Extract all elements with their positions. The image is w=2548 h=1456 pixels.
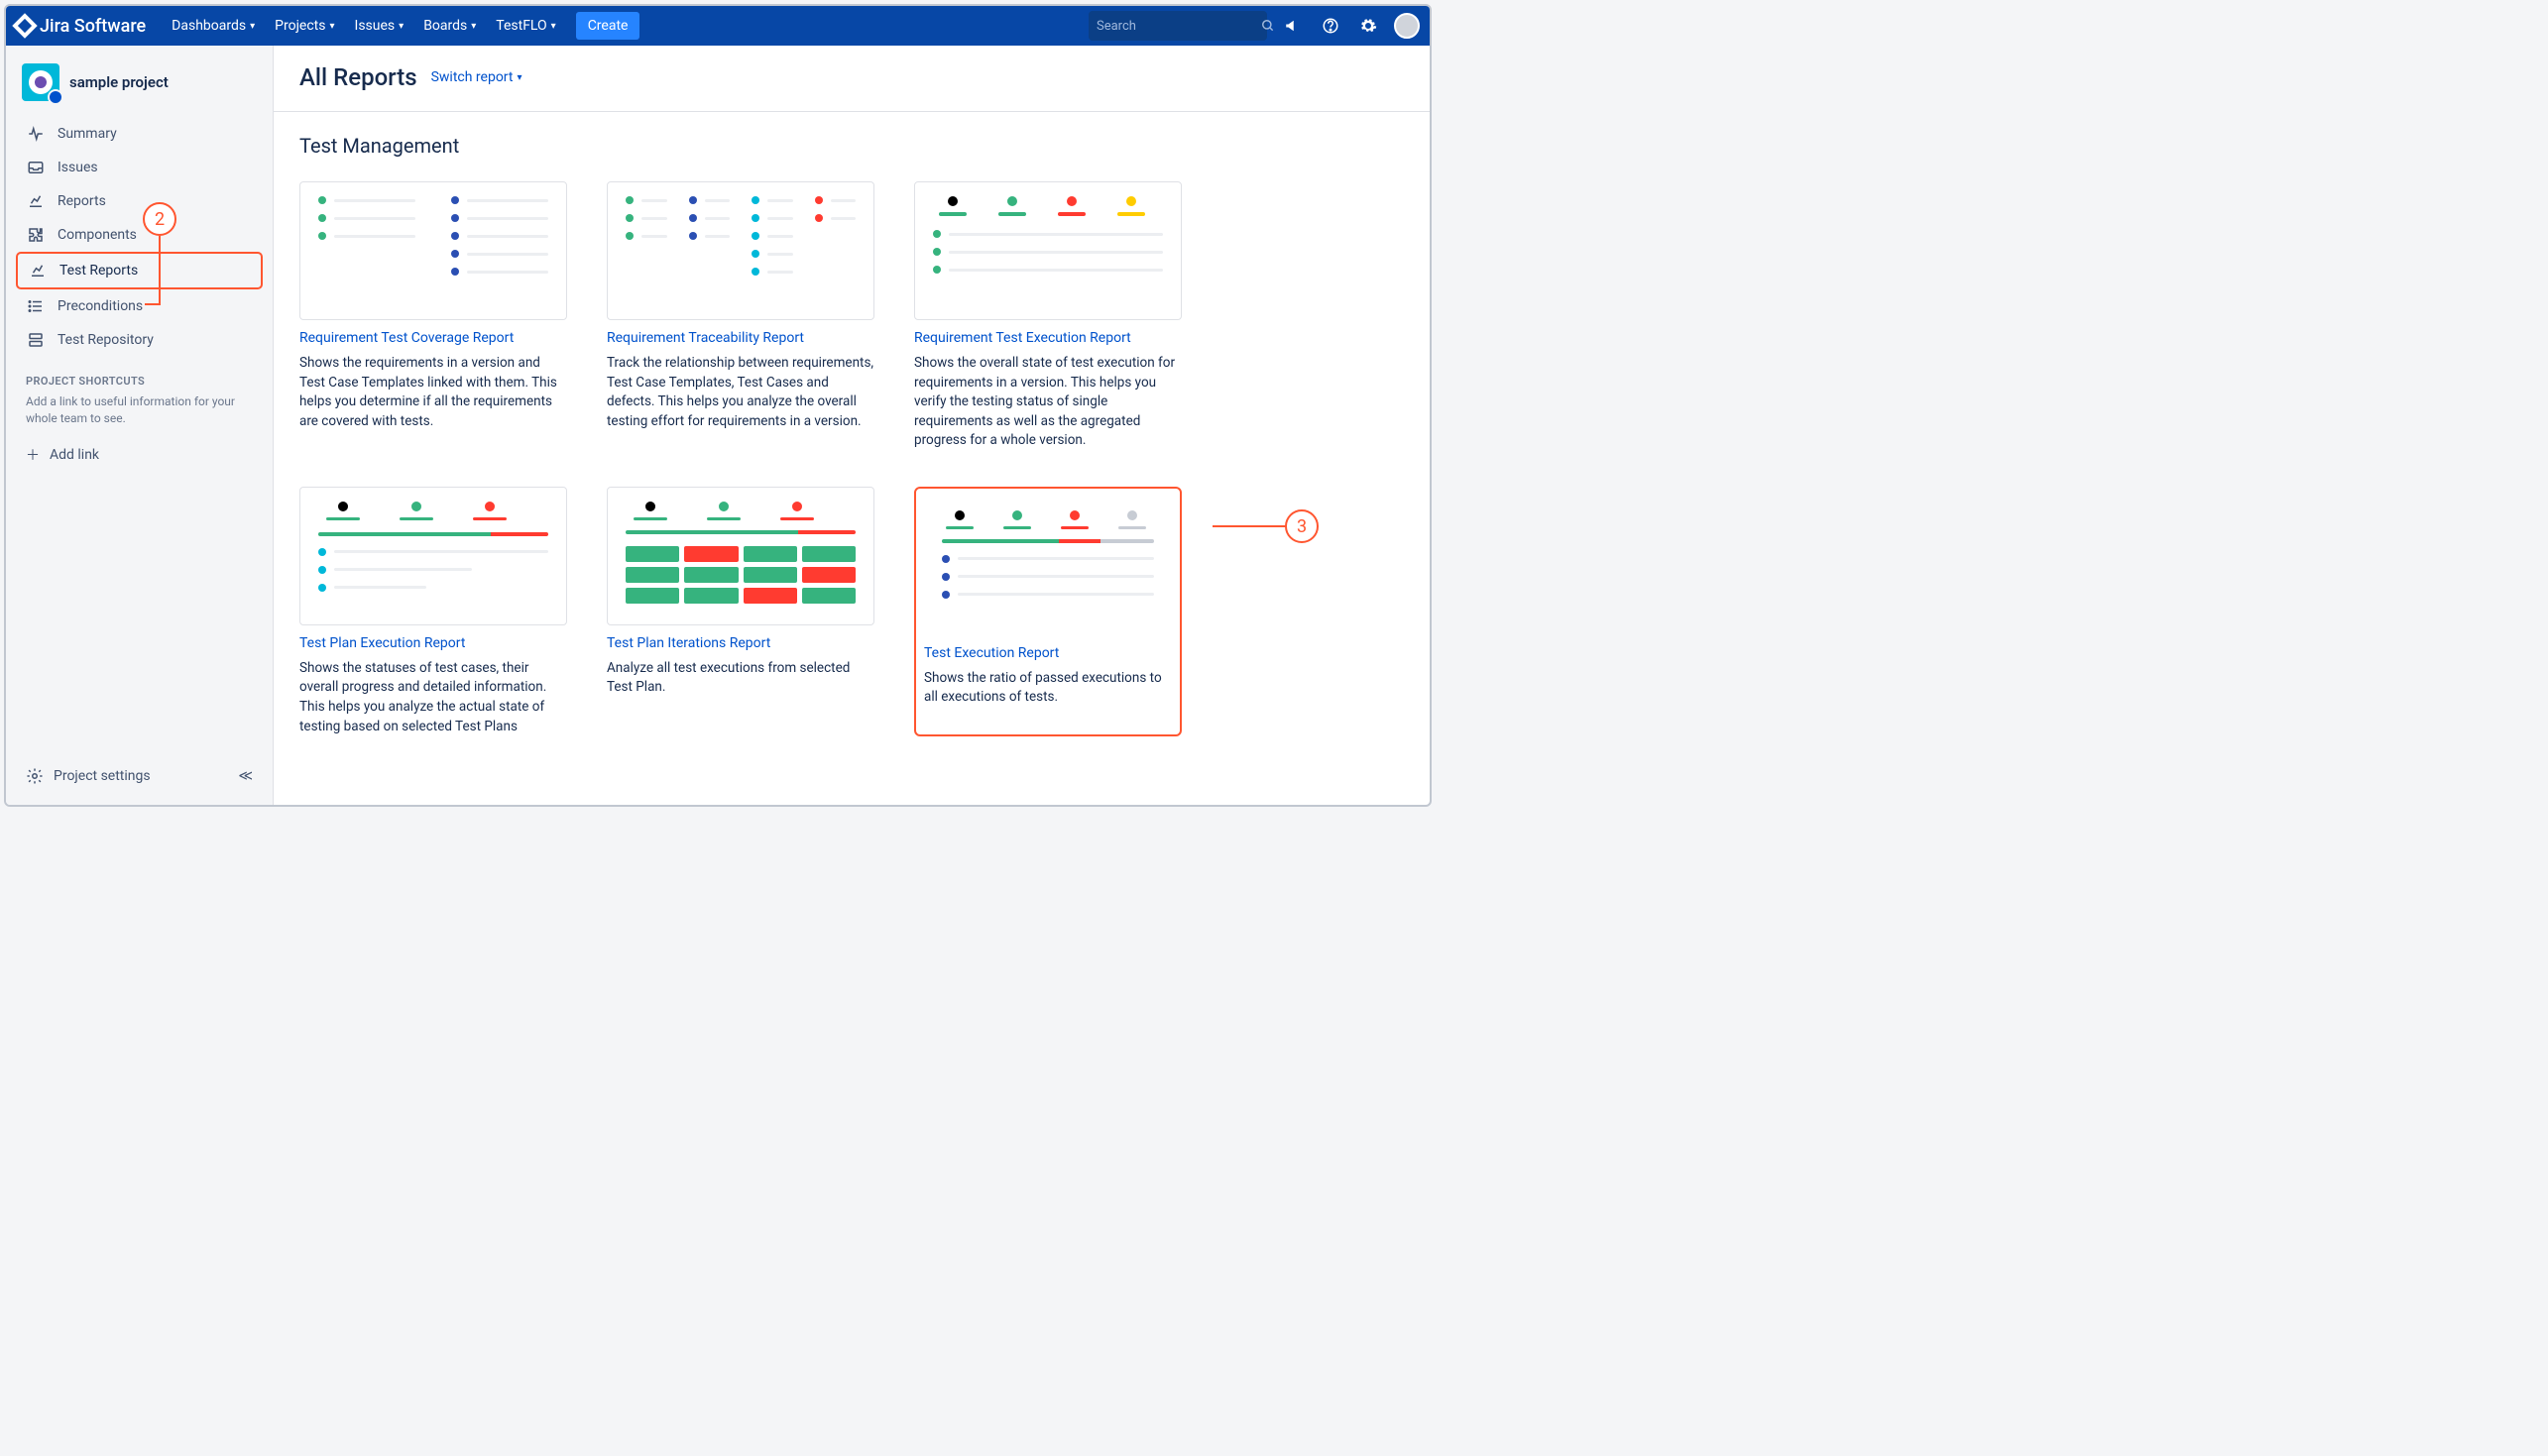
chevron-down-icon: ▾ (250, 21, 255, 32)
project-settings[interactable]: Project settings ≪ (16, 757, 263, 795)
card-thumbnail (299, 487, 567, 625)
chart-icon (26, 192, 46, 210)
sidebar-summary[interactable]: Summary (16, 117, 263, 151)
search-box[interactable] (1089, 11, 1267, 41)
card-title[interactable]: Test Plan Iterations Report (607, 635, 874, 651)
page-title: All Reports (299, 63, 417, 91)
folder-icon (26, 331, 46, 349)
nav-boards[interactable]: Boards▾ (415, 12, 484, 40)
user-avatar[interactable] (1394, 13, 1420, 39)
search-icon (1261, 19, 1275, 33)
sidebar-issues[interactable]: Issues (16, 151, 263, 184)
report-cards-grid: Requirement Test Coverage Report Shows t… (274, 164, 1430, 766)
app-name: Jira Software (40, 16, 146, 37)
card-req-coverage[interactable]: Requirement Test Coverage Report Shows t… (299, 181, 567, 451)
shortcuts-heading: PROJECT SHORTCUTS (16, 357, 263, 393)
card-title[interactable]: Requirement Traceability Report (607, 330, 874, 346)
card-thumbnail (607, 487, 874, 625)
chevron-down-icon: ▾ (471, 21, 476, 32)
pulse-icon (26, 125, 46, 143)
card-test-execution[interactable]: Test Execution Report Shows the ratio of… (914, 487, 1182, 736)
sidebar-test-reports[interactable]: Test Reports (16, 252, 263, 289)
annotation-3: 3 (1285, 509, 1319, 543)
sidebar: sample project Summary Issues Reports Co… (6, 46, 274, 805)
gear-icon (26, 767, 44, 785)
card-title[interactable]: Test Execution Report (924, 645, 1172, 661)
card-title[interactable]: Requirement Test Execution Report (914, 330, 1182, 346)
switch-report-link[interactable]: Switch report▾ (431, 69, 522, 85)
sidebar-reports[interactable]: Reports (16, 184, 263, 218)
collapse-sidebar-icon[interactable]: ≪ (238, 768, 253, 784)
annotation-2-stem2 (145, 303, 161, 305)
project-title: sample project (69, 73, 169, 91)
project-header[interactable]: sample project (16, 59, 263, 117)
nav-dashboards[interactable]: Dashboards▾ (164, 12, 263, 40)
create-button[interactable]: Create (576, 12, 640, 40)
nav-issues[interactable]: Issues▾ (347, 12, 412, 40)
card-description: Track the relationship between requireme… (607, 354, 874, 431)
card-title[interactable]: Test Plan Execution Report (299, 635, 567, 651)
nav-testflo[interactable]: TestFLO▾ (488, 12, 563, 40)
settings-icon[interactable] (1356, 14, 1380, 38)
megaphone-icon[interactable] (1281, 14, 1305, 38)
chevron-down-icon: ▾ (517, 72, 521, 83)
card-thumbnail (924, 497, 1172, 635)
main-content: All Reports Switch report▾ Test Manageme… (274, 46, 1430, 805)
add-link-button[interactable]: ＋Add link (16, 437, 263, 473)
chart-icon (28, 262, 48, 280)
sidebar-preconditions[interactable]: Preconditions (16, 289, 263, 323)
card-description: Analyze all test executions from selecte… (607, 659, 874, 698)
chevron-down-icon: ▾ (399, 21, 404, 32)
jira-logo-icon (12, 13, 37, 38)
card-thumbnail (607, 181, 874, 320)
card-req-execution[interactable]: Requirement Test Execution Report Shows … (914, 181, 1182, 451)
tray-icon (26, 159, 46, 176)
nav-items: Dashboards▾ Projects▾ Issues▾ Boards▾ Te… (164, 12, 639, 40)
sidebar-components[interactable]: Components (16, 218, 263, 252)
chevron-down-icon: ▾ (329, 21, 334, 32)
help-icon[interactable] (1319, 14, 1342, 38)
card-description: Shows the statuses of test cases, their … (299, 659, 567, 736)
plus-icon: ＋ (26, 445, 40, 465)
card-title[interactable]: Requirement Test Coverage Report (299, 330, 567, 346)
annotation-2: 2 (143, 202, 176, 236)
card-plan-execution[interactable]: Test Plan Execution Report Shows the sta… (299, 487, 567, 736)
card-thumbnail (914, 181, 1182, 320)
top-navbar: Jira Software Dashboards▾ Projects▾ Issu… (6, 6, 1430, 46)
annotation-2-stem (159, 236, 161, 303)
sidebar-test-repository[interactable]: Test Repository (16, 323, 263, 357)
app-logo[interactable]: Jira Software (16, 16, 146, 37)
card-plan-iterations[interactable]: Test Plan Iterations Report Analyze all … (607, 487, 874, 736)
chevron-down-icon: ▾ (551, 21, 556, 32)
project-icon (22, 63, 59, 101)
card-description: Shows the ratio of passed executions to … (924, 669, 1172, 708)
shortcuts-text: Add a link to useful information for you… (16, 393, 263, 437)
nav-projects[interactable]: Projects▾ (267, 12, 342, 40)
card-thumbnail (299, 181, 567, 320)
section-title: Test Management (274, 112, 1430, 164)
card-description: Shows the overall state of test executio… (914, 354, 1182, 451)
list-icon (26, 297, 46, 315)
annotation-3-stem (1213, 525, 1286, 527)
card-req-traceability[interactable]: Requirement Traceability Report Track th… (607, 181, 874, 451)
card-description: Shows the requirements in a version and … (299, 354, 567, 431)
puzzle-icon (26, 226, 46, 244)
page-header: All Reports Switch report▾ (274, 46, 1430, 112)
search-input[interactable] (1097, 19, 1261, 34)
